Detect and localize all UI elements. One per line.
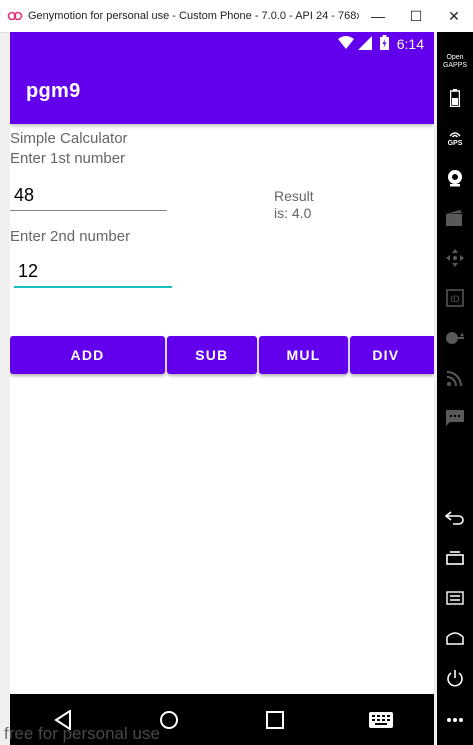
recents-icon[interactable] <box>255 700 295 740</box>
sub-button[interactable]: SUB <box>167 336 257 374</box>
app-bar: pgm9 <box>10 56 434 124</box>
more-icon[interactable] <box>437 704 473 736</box>
window-titlebar: Genymotion for personal use - Custom Pho… <box>0 0 473 33</box>
battery-widget-icon[interactable] <box>437 82 473 114</box>
app-title: pgm9 <box>26 80 81 102</box>
genymotion-logo-icon <box>6 7 24 25</box>
svg-text:ID: ID <box>451 294 461 304</box>
power-icon[interactable] <box>437 662 473 694</box>
mul-button[interactable]: MUL <box>258 336 349 374</box>
heading-label: Simple Calculator <box>10 130 128 147</box>
video-icon[interactable] <box>437 202 473 234</box>
sms-icon[interactable] <box>437 402 473 434</box>
id-icon[interactable]: ID <box>437 282 473 314</box>
overview-icon[interactable] <box>437 542 473 574</box>
calculator-form: Simple Calculator Enter 1st number 48 Re… <box>10 124 434 694</box>
open-gapps-button[interactable]: Open GAPPS <box>437 46 473 78</box>
first-number-label: Enter 1st number <box>10 150 126 167</box>
cast-icon[interactable] <box>437 362 473 394</box>
device-screen: 6:14 pgm9 Simple Calculator Enter 1st nu… <box>10 32 434 745</box>
div-button[interactable]: DIV <box>350 336 434 374</box>
result-label: Result is: 4.0 <box>274 188 314 222</box>
second-number-label: Enter 2nd number <box>10 228 131 245</box>
minimize-button[interactable]: — <box>359 0 397 32</box>
emulator-sidebar: Open GAPPS GPS ID <box>437 32 473 745</box>
window-title: Genymotion for personal use - Custom Pho… <box>28 10 359 22</box>
menu-icon[interactable] <box>437 582 473 614</box>
result-line-2: is: 4.0 <box>274 205 312 221</box>
watermark-text: free for personal use <box>4 724 160 743</box>
gapps-label-2: GAPPS <box>442 62 468 69</box>
first-number-input[interactable]: 48 <box>10 182 167 211</box>
gps-icon[interactable]: GPS <box>437 122 473 154</box>
home-widget-icon[interactable] <box>437 622 473 654</box>
result-line-1: Result <box>274 188 314 204</box>
battery-icon <box>379 35 389 53</box>
status-time: 6:14 <box>396 36 424 52</box>
close-button[interactable]: ✕ <box>435 0 473 32</box>
gapps-label-1: Open <box>446 54 464 61</box>
keyboard-icon[interactable] <box>361 700 401 740</box>
second-number-value: 12 <box>18 261 39 281</box>
first-number-value: 48 <box>14 185 35 205</box>
signal-icon <box>357 35 372 53</box>
camera-icon[interactable] <box>437 162 473 194</box>
wifi-icon <box>337 35 354 53</box>
identity-icon[interactable] <box>437 322 473 354</box>
operation-buttons: ADD SUB MUL DIV <box>10 336 434 374</box>
gps-label: GPS <box>447 139 463 147</box>
add-button[interactable]: ADD <box>10 336 166 374</box>
rotate-icon[interactable] <box>437 502 473 534</box>
maximize-button[interactable]: ☐ <box>397 0 435 32</box>
dpad-icon[interactable] <box>437 242 473 274</box>
status-bar: 6:14 <box>10 32 434 56</box>
second-number-input[interactable]: 12 <box>14 258 172 288</box>
